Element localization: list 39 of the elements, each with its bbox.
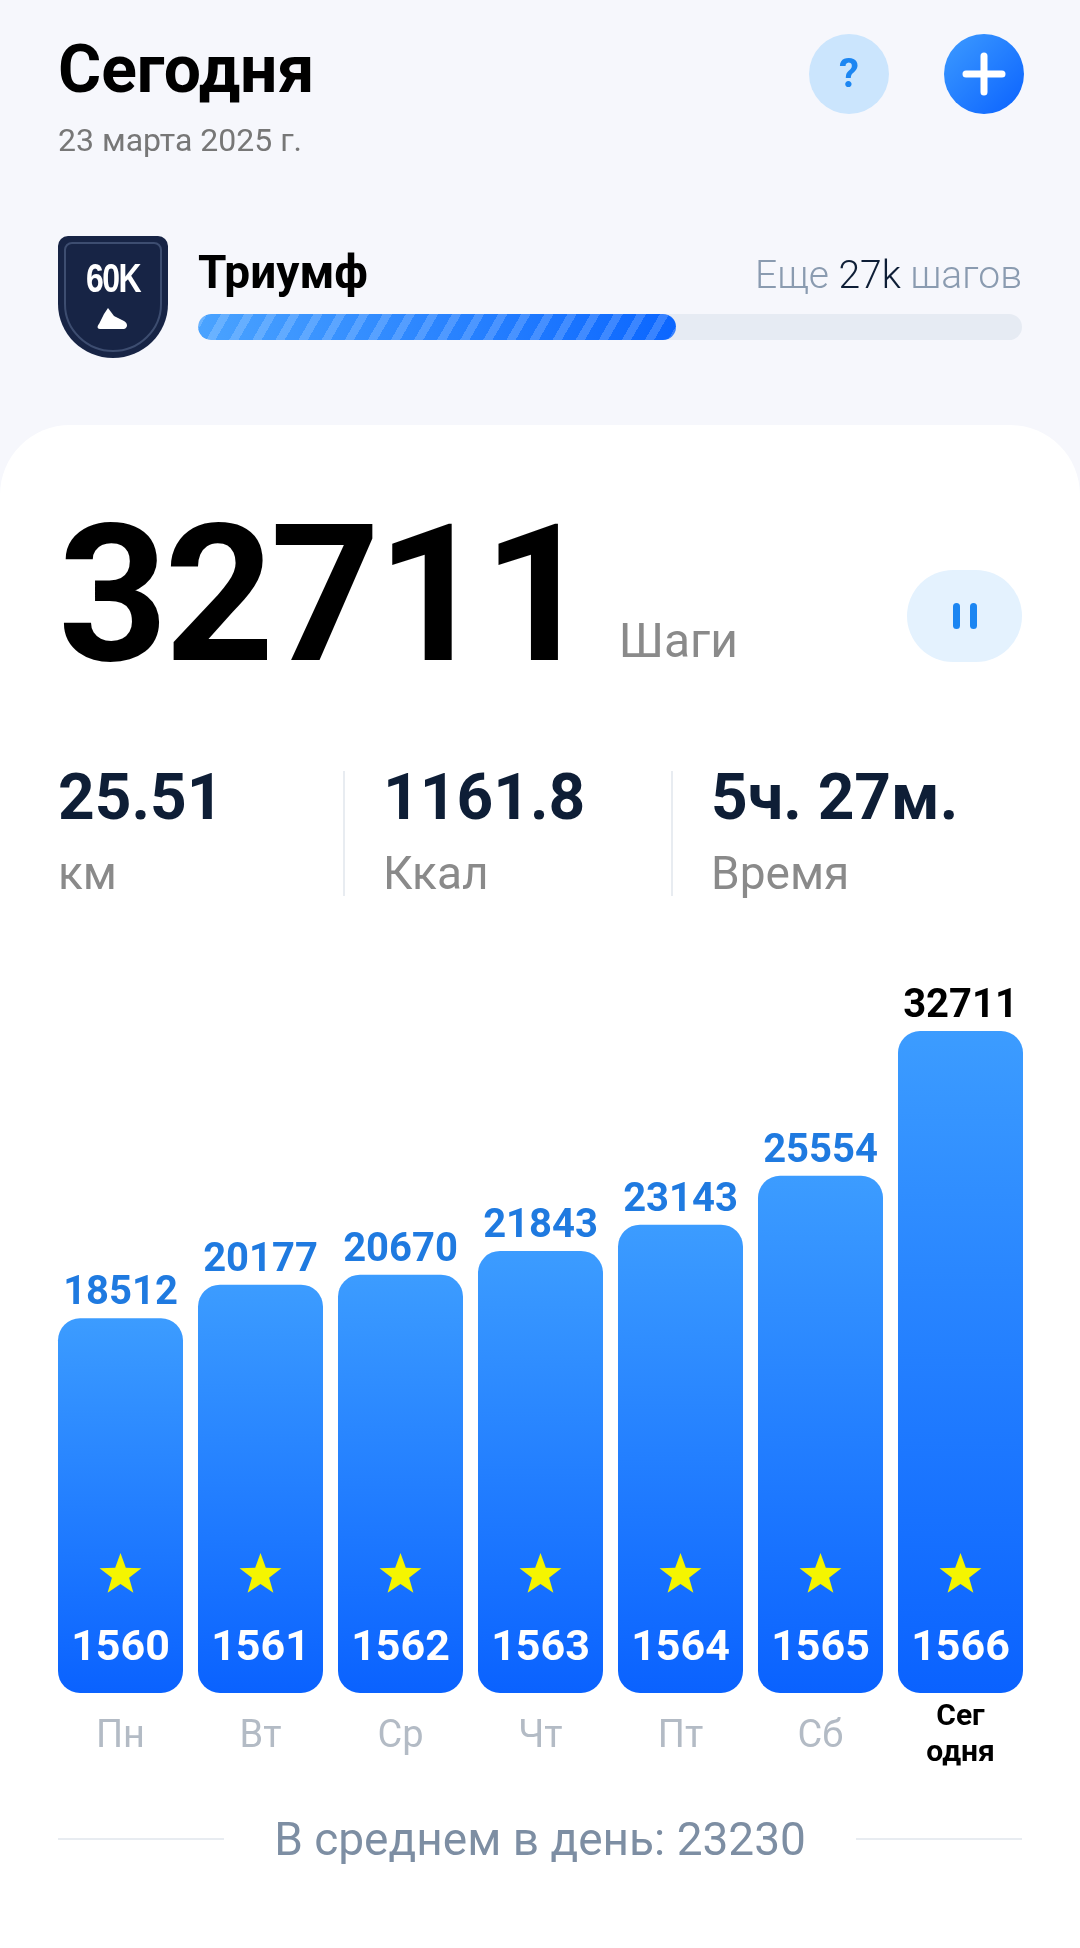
steps-unit: Шаги [618,613,738,669]
day-label: Чт [518,1712,563,1756]
bar-number: 1560 [71,1620,170,1670]
day-label: Сб [797,1712,844,1756]
value-label: 23143 [623,1173,738,1221]
date-text: 23 марта 2025 г. [58,120,302,160]
value-label: 25554 [763,1124,878,1172]
value-label: 20177 [203,1233,318,1281]
step-count: 32711 [58,505,589,685]
stat-label: км [58,845,117,901]
stat-label: Ккал [383,845,489,901]
achievement-title: Триумф [198,244,369,300]
day-label: Ср [377,1712,424,1756]
bar-number: 1565 [771,1620,870,1670]
page-title: Сегодня [58,34,315,106]
badge-shield-icon [58,236,168,358]
badge-label: 60K [85,256,142,300]
bar-number: 1564 [631,1620,730,1670]
bar-number: 1566 [911,1620,1010,1670]
day-label: Пн [96,1712,145,1756]
bar-number: 1561 [211,1620,310,1670]
day-label: Вт [239,1712,282,1756]
plus-icon [962,52,1006,96]
value-label: 20670 [343,1223,458,1271]
bar-number: 1563 [491,1620,590,1670]
bar-number: 1562 [351,1620,450,1670]
value-label: 21843 [483,1199,598,1247]
stat-value: 5ч. 27м. [711,765,959,831]
value-label: 32711 [903,980,1018,1027]
value-label: 18512 [63,1267,178,1315]
stat-value: 25.51 [58,765,224,831]
shoe-icon [96,306,130,332]
day-label: Сегодня [926,1697,995,1768]
help-button[interactable]: ? [809,34,889,114]
day-label: Пт [657,1712,704,1756]
remaining-text: Еще 27k шагов [755,251,1022,300]
stat-value: 1161.8 [383,765,586,831]
average-text: В среднем в день: 23230 [274,1811,806,1867]
stat-label: Время [711,845,850,901]
